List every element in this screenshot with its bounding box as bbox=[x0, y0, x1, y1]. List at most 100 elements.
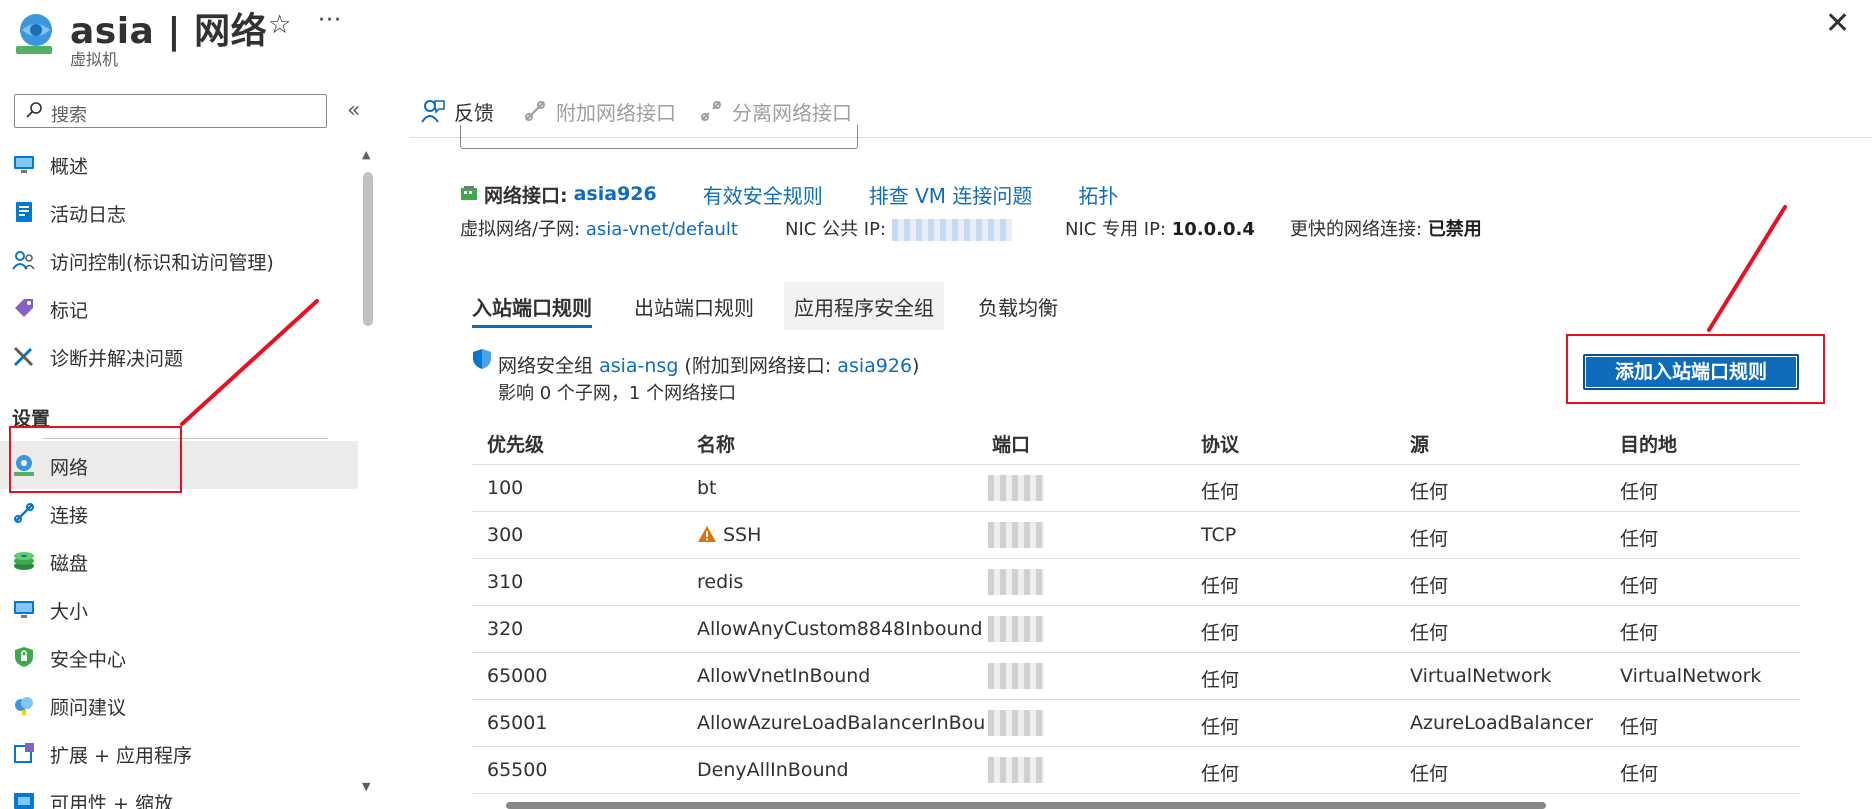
cell-destination: 任何 bbox=[1620, 763, 1659, 785]
sidebar-item-label: 活动日志 bbox=[50, 204, 127, 226]
public-ip-info: NIC 公共 IP: bbox=[785, 215, 1012, 241]
sidebar-item-label: 概述 bbox=[50, 156, 89, 178]
sidebar-item-security[interactable]: 安全中心 bbox=[0, 633, 358, 681]
feedback-button[interactable]: 反馈 bbox=[420, 96, 494, 126]
header-protocol[interactable]: 协议 bbox=[1201, 430, 1239, 457]
table-row[interactable]: 65000 AllowVnetInBound 任何 VirtualNetwork… bbox=[472, 653, 1800, 700]
header-port[interactable]: 端口 bbox=[992, 430, 1030, 457]
topology-link[interactable]: 拓扑 bbox=[1078, 180, 1118, 209]
sidebar-item-advisor[interactable]: 顾问建议 bbox=[0, 681, 358, 729]
header-destination[interactable]: 目的地 bbox=[1620, 430, 1677, 457]
sidebar-item-extensions[interactable]: 扩展 + 应用程序 bbox=[0, 729, 358, 777]
table-row[interactable]: 300 SSH TCP 任何 任何 bbox=[472, 512, 1800, 559]
table-row[interactable]: 320 AllowAnyCustom8848Inbound 任何 任何 任何 bbox=[472, 606, 1800, 653]
warning-icon bbox=[698, 526, 716, 542]
cell-name: AllowVnetInBound bbox=[697, 665, 871, 687]
annotation-box-networking bbox=[9, 426, 182, 493]
sidebar-search-input[interactable]: 搜索 bbox=[14, 94, 327, 128]
cell-priority: 300 bbox=[487, 524, 524, 546]
advisor-icon bbox=[15, 697, 33, 715]
sidebar-item-size[interactable]: 大小 bbox=[0, 585, 358, 633]
search-icon bbox=[26, 102, 42, 118]
cell-protocol: TCP bbox=[1201, 524, 1237, 546]
sidebar-item-diagnose[interactable]: 诊断并解决问题 bbox=[0, 332, 358, 380]
tab-app-security-groups[interactable]: 应用程序安全组 bbox=[784, 282, 944, 330]
nic-name-link[interactable]: asia926 bbox=[574, 183, 657, 205]
annotation-box-add-button bbox=[1566, 334, 1825, 404]
table-horizontal-scrollbar[interactable] bbox=[486, 799, 1786, 809]
annotation-arrow-button bbox=[1707, 205, 1787, 332]
feedback-label: 反馈 bbox=[454, 100, 494, 125]
header-source[interactable]: 源 bbox=[1410, 430, 1429, 457]
nsg-prefix: 网络安全组 bbox=[498, 355, 594, 377]
detach-nic-button[interactable]: 分离网络接口 bbox=[698, 96, 852, 126]
cell-name: AllowAnyCustom8848Inbound bbox=[697, 618, 983, 640]
troubleshoot-link[interactable]: 排查 VM 连接问题 bbox=[869, 180, 1033, 209]
cell-source: 任何 bbox=[1410, 528, 1449, 550]
sidebar-item-overview[interactable]: 概述 bbox=[0, 140, 358, 188]
header-name[interactable]: 名称 bbox=[697, 430, 735, 457]
cell-priority: 320 bbox=[487, 618, 524, 640]
cell-destination: 任何 bbox=[1620, 716, 1659, 738]
sidebar-item-disks[interactable]: 磁盘 bbox=[0, 537, 358, 585]
nsg-name-link[interactable]: asia-nsg bbox=[599, 355, 678, 377]
cell-priority: 310 bbox=[487, 571, 524, 593]
public-ip-redacted bbox=[891, 219, 1012, 241]
scrollbar-thumb[interactable] bbox=[363, 172, 373, 326]
vnet-link[interactable]: asia-vnet/default bbox=[586, 219, 738, 240]
cell-source: 任何 bbox=[1410, 575, 1449, 597]
table-row[interactable]: 100 bt 任何 任何 任何 bbox=[472, 465, 1800, 512]
cell-priority: 65001 bbox=[487, 712, 548, 734]
scroll-down-icon[interactable]: ▼ bbox=[362, 780, 370, 793]
accel-net-info: 更快的网络连接: 已禁用 bbox=[1290, 215, 1482, 241]
cell-name: AllowAzureLoadBalancerInBou... bbox=[697, 712, 987, 734]
activity-log-icon bbox=[16, 202, 32, 222]
cell-source: AzureLoadBalancer bbox=[1410, 712, 1594, 734]
cell-source: VirtualNetwork bbox=[1410, 665, 1552, 687]
public-ip-label: NIC 公共 IP: bbox=[785, 219, 887, 240]
nic-icon bbox=[461, 186, 477, 200]
disks-icon bbox=[14, 552, 34, 570]
cell-destination: 任何 bbox=[1620, 575, 1659, 597]
cell-destination: 任何 bbox=[1620, 622, 1659, 644]
close-icon[interactable]: ✕ bbox=[1825, 6, 1850, 41]
cell-source: 任何 bbox=[1410, 763, 1449, 785]
availability-icon bbox=[14, 793, 34, 809]
accel-net-value: 已禁用 bbox=[1427, 219, 1482, 240]
sidebar-item-label: 扩展 + 应用程序 bbox=[50, 745, 192, 767]
ip-config-dropdown[interactable] bbox=[460, 125, 858, 149]
sidebar-item-access-control[interactable]: 访问控制(标识和访问管理) bbox=[0, 236, 358, 284]
shield-icon bbox=[15, 647, 33, 667]
detach-nic-icon bbox=[701, 101, 721, 121]
cell-name: SSH bbox=[723, 524, 762, 546]
nic-label: 网络接口: bbox=[484, 184, 568, 207]
table-row[interactable]: 310 redis 任何 任何 任何 bbox=[472, 559, 1800, 606]
search-placeholder: 搜索 bbox=[51, 105, 87, 126]
access-control-icon bbox=[12, 251, 35, 270]
nsg-attached-nic-link[interactable]: asia926 bbox=[837, 355, 912, 377]
scrollbar-thumb[interactable] bbox=[506, 802, 1546, 809]
favorite-star-icon[interactable]: ☆ bbox=[268, 10, 291, 40]
sidebar-item-tags[interactable]: 标记 bbox=[0, 284, 358, 332]
collapse-sidebar-icon[interactable]: « bbox=[347, 98, 360, 123]
dropdown-cut-text bbox=[471, 125, 477, 136]
sidebar-item-connect[interactable]: 连接 bbox=[0, 489, 358, 537]
cell-name-with-warning: SSH bbox=[697, 524, 761, 546]
effective-rules-link[interactable]: 有效安全规则 bbox=[703, 180, 823, 209]
table-row[interactable]: 65500 DenyAllInBound 任何 任何 任何 bbox=[472, 747, 1800, 794]
sidebar-item-label: 标记 bbox=[50, 300, 89, 322]
header-priority[interactable]: 优先级 bbox=[487, 430, 544, 457]
sidebar-scrollbar[interactable]: ▲ ▼ bbox=[362, 148, 374, 796]
table-row[interactable]: 65001 AllowAzureLoadBalancerInBou... 任何 … bbox=[472, 700, 1800, 747]
tab-load-balancing[interactable]: 负载均衡 bbox=[968, 282, 1068, 330]
connect-icon bbox=[14, 503, 34, 523]
tag-icon bbox=[15, 299, 33, 317]
scroll-up-icon[interactable]: ▲ bbox=[362, 148, 370, 161]
tab-outbound-rules[interactable]: 出站端口规则 bbox=[624, 282, 764, 330]
more-options-icon[interactable]: ··· bbox=[318, 8, 342, 33]
sidebar-item-activity-log[interactable]: 活动日志 bbox=[0, 188, 358, 236]
tab-inbound-rules[interactable]: 入站端口规则 bbox=[462, 282, 602, 330]
cell-source: 任何 bbox=[1410, 622, 1449, 644]
attach-nic-button[interactable]: 附加网络接口 bbox=[522, 96, 676, 126]
sidebar-item-availability[interactable]: 可用性 + 缩放 bbox=[0, 777, 358, 809]
